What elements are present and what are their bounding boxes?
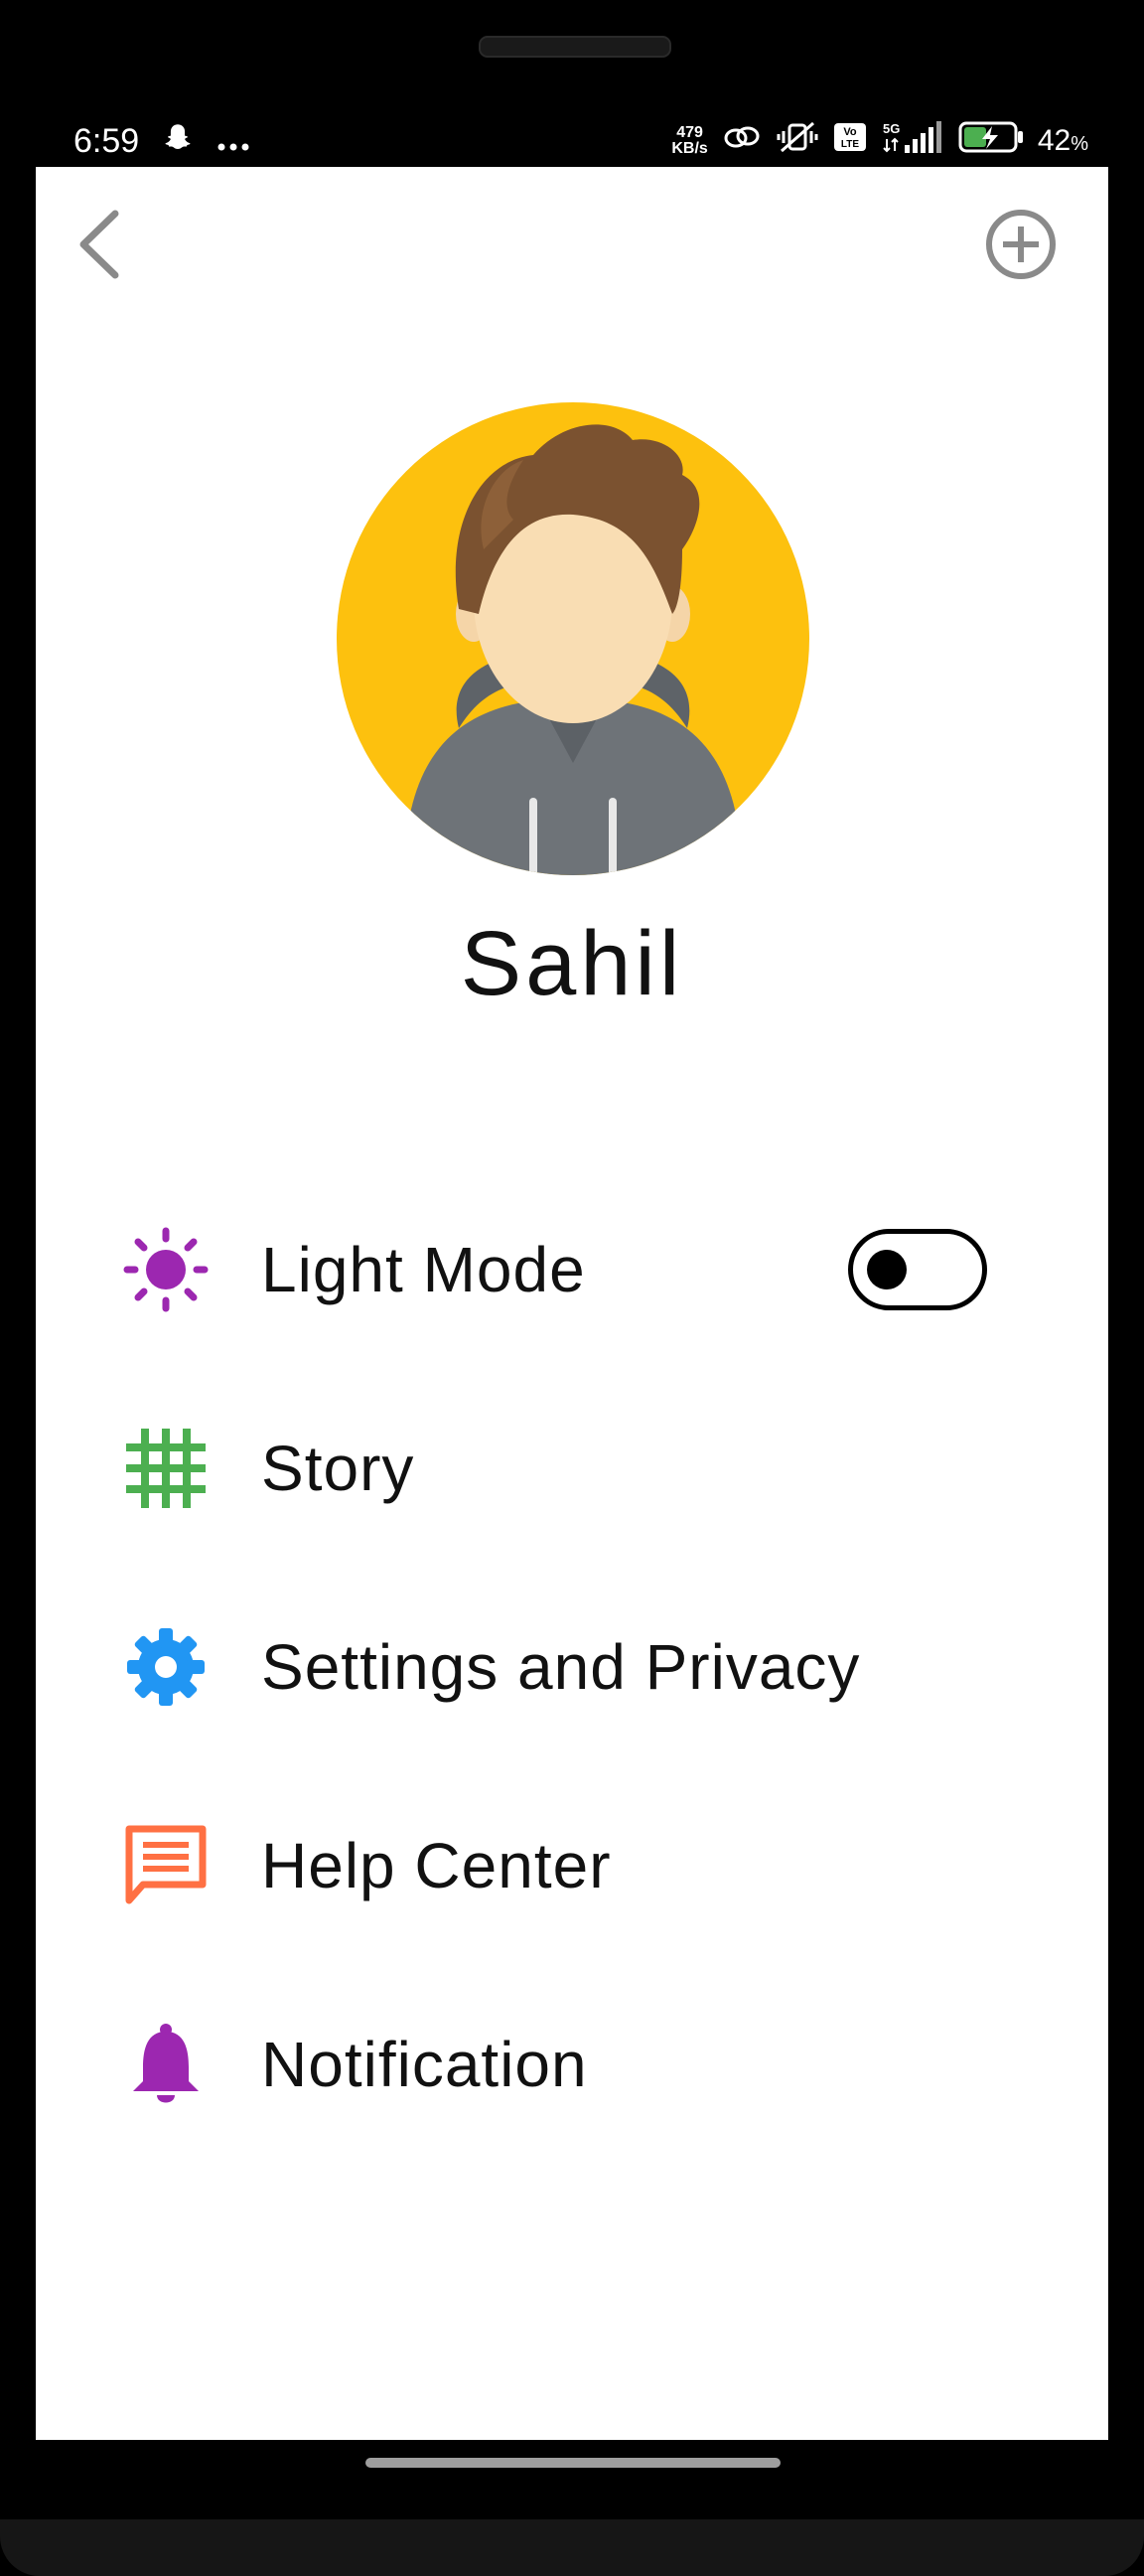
- menu-item-settings-privacy[interactable]: Settings and Privacy: [36, 1597, 1108, 1737]
- menu-item-label: Notification: [261, 2029, 588, 2100]
- snapchat-icon: [161, 120, 195, 163]
- more-dots-icon: [216, 122, 250, 161]
- battery-percent: 42%: [1038, 124, 1088, 158]
- phone-bezel: [0, 0, 1144, 119]
- battery-charging-icon: [958, 120, 1024, 162]
- phone-bottom-edge: [0, 2519, 1144, 2576]
- vibrate-mute-icon: [776, 119, 819, 163]
- menu-item-story[interactable]: Story: [36, 1399, 1108, 1538]
- top-app-bar: [36, 167, 1108, 336]
- profile-name: Sahil: [460, 913, 684, 1014]
- status-time: 6:59: [73, 121, 140, 160]
- sun-icon: [121, 1225, 211, 1314]
- speed-value: 479: [676, 124, 703, 141]
- menu-item-label: Story: [261, 1433, 415, 1504]
- chat-icon: [121, 1821, 211, 1910]
- profile-screen: Sahil Light Mode Story Settings and Priv…: [36, 167, 1108, 2440]
- menu-item-light-mode[interactable]: Light Mode: [36, 1200, 1108, 1339]
- menu-item-notification[interactable]: Notification: [36, 1995, 1108, 2134]
- gear-icon: [121, 1622, 211, 1712]
- menu-item-label: Settings and Privacy: [261, 1631, 861, 1703]
- menu-item-label: Light Mode: [261, 1234, 586, 1305]
- earpiece-speaker: [479, 36, 671, 58]
- svg-text:Vo: Vo: [843, 126, 857, 138]
- avatar: [335, 400, 811, 877]
- status-bar: 6:59 479 KB/s Vo LTE 5G 42%: [36, 113, 1108, 169]
- add-button[interactable]: [985, 209, 1057, 285]
- home-gesture-bar[interactable]: [365, 2458, 781, 2468]
- link-icon: [722, 122, 762, 160]
- menu-item-label: Help Center: [261, 1830, 612, 1901]
- battery-percent-value: 42: [1037, 124, 1072, 157]
- speed-unit: KB/s: [671, 140, 708, 157]
- svg-text:LTE: LTE: [841, 139, 859, 150]
- bell-icon: [121, 2020, 211, 2109]
- signal-icon: 5G: [881, 119, 944, 163]
- light-mode-toggle[interactable]: [848, 1229, 987, 1310]
- back-button[interactable]: [68, 209, 131, 284]
- toggle-knob: [867, 1250, 907, 1289]
- volte-icon: Vo LTE: [833, 122, 867, 160]
- svg-text:5G: 5G: [883, 121, 900, 136]
- network-speed: 479 KB/s: [671, 125, 707, 157]
- grid-icon: [121, 1424, 211, 1513]
- menu-item-help-center[interactable]: Help Center: [36, 1796, 1108, 1935]
- chevron-left-icon: [77, 210, 121, 284]
- plus-circle-icon: [985, 209, 1057, 285]
- battery-percent-suffix: %: [1071, 133, 1088, 155]
